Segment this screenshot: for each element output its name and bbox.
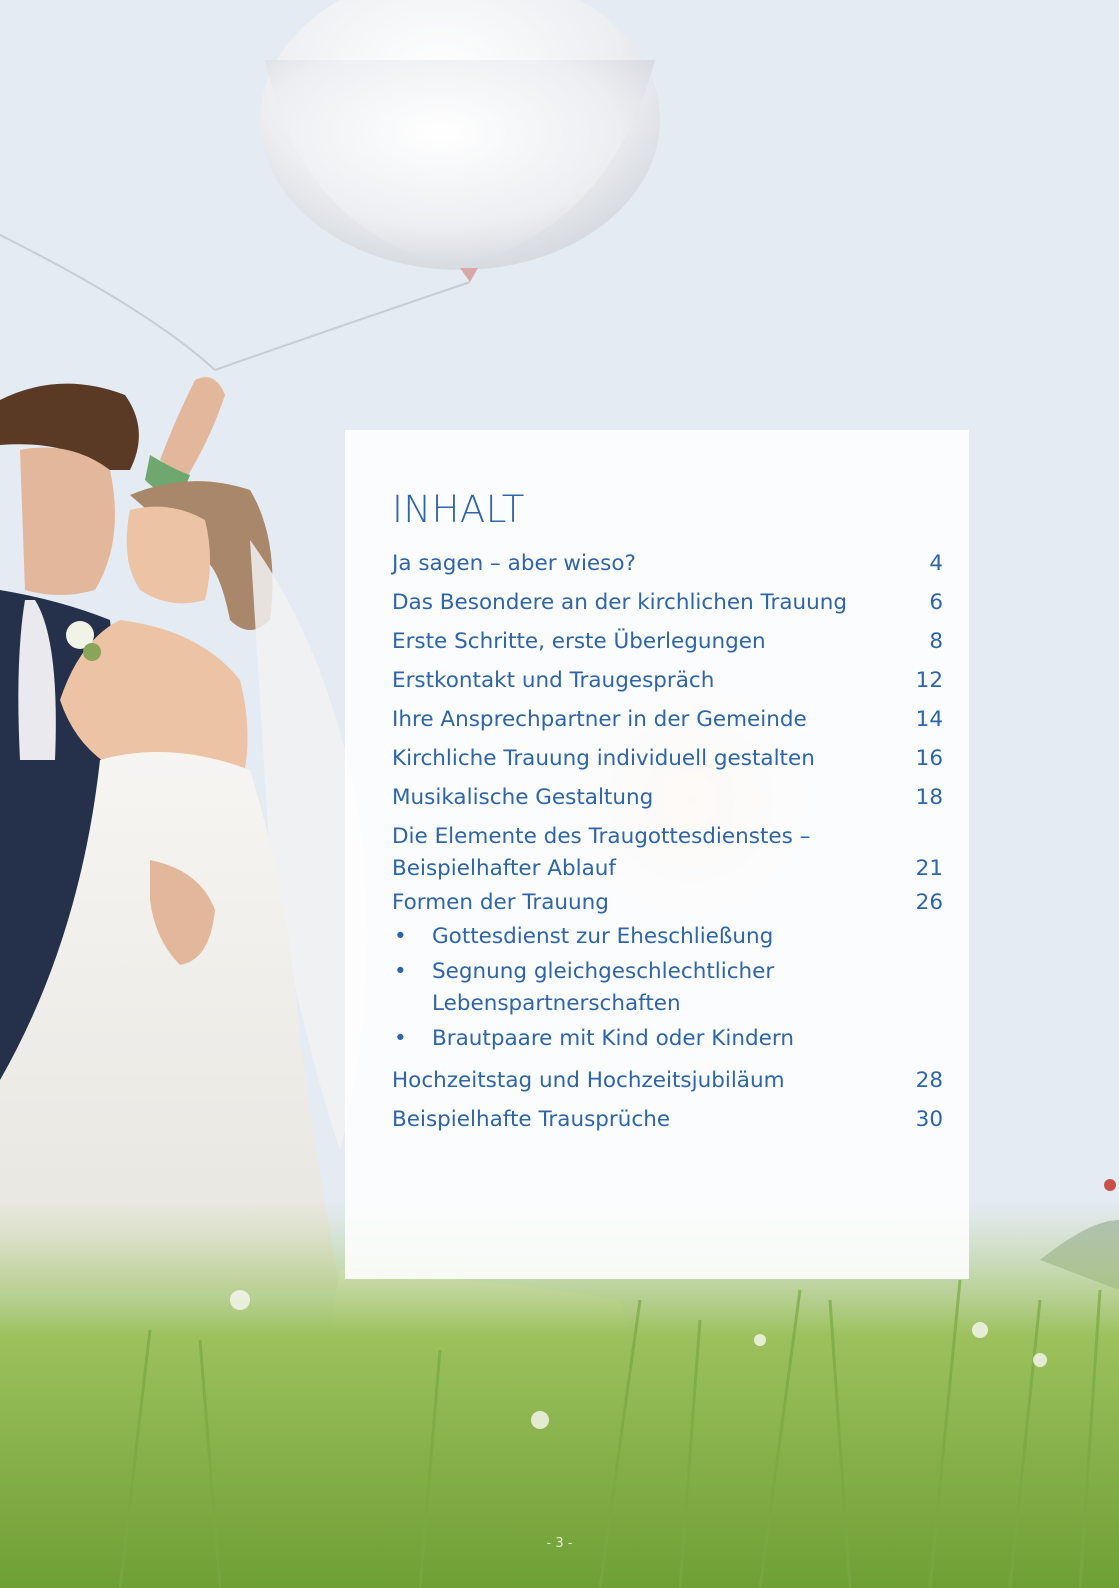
- toc-entry-page: 26: [915, 890, 943, 915]
- toc-entry-label: Ihre Ansprechpartner in der Gemeinde: [392, 707, 807, 732]
- toc-entry[interactable]: Das Besondere an der kirchlichen Trauung…: [392, 587, 943, 619]
- toc-subitem[interactable]: • Brautpaare mit Kind oder Kindern: [392, 1023, 943, 1055]
- toc-entry-label: Hochzeitstag und Hochzeitsjubiläum: [392, 1068, 785, 1093]
- toc-subitem-label: Gottesdienst zur Eheschließung: [432, 924, 774, 949]
- toc-subitem[interactable]: • Gottesdienst zur Eheschließung: [392, 921, 943, 953]
- toc-entry[interactable]: Hochzeitstag und Hochzeitsjubiläum 28: [392, 1065, 943, 1097]
- toc-subitems: • Gottesdienst zur Eheschließung • Segnu…: [392, 921, 943, 1055]
- bullet-icon: •: [394, 959, 407, 984]
- toc-entry-page: 18: [915, 785, 943, 810]
- toc-entry-page: 12: [915, 668, 943, 693]
- toc-entry-page: 21: [915, 856, 943, 881]
- toc-entry-label: Kirchliche Trauung individuell gestalten: [392, 746, 815, 771]
- toc-subitem-label: Segnung gleichgeschlechtlicher Lebenspar…: [432, 959, 775, 1016]
- toc-entry[interactable]: Ja sagen – aber wieso? 4: [392, 548, 943, 580]
- toc-entry[interactable]: Ihre Ansprechpartner in der Gemeinde 14: [392, 704, 943, 736]
- toc-entry-page: 28: [915, 1068, 943, 1093]
- toc-list: Ja sagen – aber wieso? 4 Das Besondere a…: [392, 548, 943, 1136]
- toc-subitem-list: • Gottesdienst zur Eheschließung • Segnu…: [392, 921, 943, 1055]
- toc-entry-label: Das Besondere an der kirchlichen Trauung: [392, 590, 848, 615]
- toc-entry[interactable]: Erste Schritte, erste Überlegungen 8: [392, 626, 943, 658]
- toc-subitem-label: Brautpaare mit Kind oder Kindern: [432, 1026, 794, 1051]
- toc-entry[interactable]: Formen der Trauung 26: [392, 887, 943, 919]
- toc-entry-page: 6: [929, 590, 943, 615]
- toc-entry-page: 4: [929, 551, 943, 576]
- toc-entry-label: Erste Schritte, erste Überlegungen: [392, 629, 766, 654]
- toc-entry-label: Beispielhafte Trausprüche: [392, 1107, 671, 1132]
- bullet-icon: •: [394, 924, 407, 949]
- toc-entry-page: 8: [929, 629, 943, 654]
- toc-entry[interactable]: Kirchliche Trauung individuell gestalten…: [392, 743, 943, 775]
- toc-subitem[interactable]: • Segnung gleichgeschlechtlicher Lebensp…: [392, 956, 943, 1020]
- toc-entry-page: 16: [915, 746, 943, 771]
- toc-entry-page: 14: [915, 707, 943, 732]
- toc-entry[interactable]: Musikalische Gestaltung 18: [392, 782, 943, 814]
- table-of-contents-card: INHALT Ja sagen – aber wieso? 4 Das Beso…: [345, 430, 969, 1279]
- toc-entry-label: Musikalische Gestaltung: [392, 785, 654, 810]
- toc-title: INHALT: [392, 488, 525, 531]
- toc-entry-label: Formen der Trauung: [392, 890, 609, 915]
- page-number: - 3 -: [546, 1536, 573, 1551]
- toc-entry[interactable]: Die Elemente des Traugottesdienstes – Be…: [392, 821, 943, 885]
- toc-entry[interactable]: Beispielhafte Trausprüche 30: [392, 1104, 943, 1136]
- bullet-icon: •: [394, 1026, 407, 1051]
- toc-entry-page: 30: [915, 1107, 943, 1132]
- toc-entry[interactable]: Erstkontakt und Traugespräch 12: [392, 665, 943, 697]
- toc-entry-label: Ja sagen – aber wieso?: [392, 551, 636, 576]
- toc-entry-label: Die Elemente des Traugottesdienstes – Be…: [392, 824, 811, 881]
- toc-entry-label: Erstkontakt und Traugespräch: [392, 668, 715, 693]
